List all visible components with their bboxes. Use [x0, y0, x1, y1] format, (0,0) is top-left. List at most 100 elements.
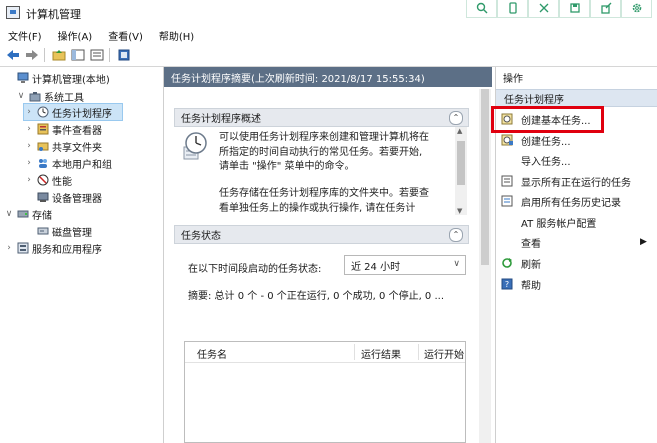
tree-item-storage[interactable]: ∨ 存储: [4, 206, 52, 222]
status-title: 任务状态: [181, 231, 221, 242]
tree-item-performance[interactable]: › 性能: [24, 172, 72, 188]
save-icon[interactable]: [559, 0, 590, 18]
tree-item-shared-folder[interactable]: › 共享文件夹: [24, 138, 102, 154]
users-icon: [36, 157, 49, 169]
menu-help[interactable]: 帮助(H): [151, 28, 202, 43]
expand-arrow-icon[interactable]: ›: [4, 243, 14, 253]
running-tasks-icon: [500, 175, 514, 187]
action-item[interactable]: 查看 ▶: [500, 233, 647, 251]
action-item[interactable]: AT 服务帐户配置: [500, 213, 596, 231]
overview-paragraph-1: 可以使用任务计划程序来创建和管理计算机将在 所指定的时间自动执行的常见任务。若要…: [219, 132, 429, 172]
icon-placeholder: [500, 236, 514, 248]
tree-item-event-viewer[interactable]: › 事件查看器: [24, 121, 102, 137]
tree-item-label: 设备管理器: [52, 193, 102, 205]
expand-arrow-icon[interactable]: ›: [24, 141, 34, 151]
action-item[interactable]: 刷新: [500, 254, 541, 272]
status-filter-label: 在以下时间段启动的任务状态:: [188, 264, 322, 275]
task-status-table: 任务名 运行结果 运行开始: [184, 341, 466, 443]
collapse-arrow-icon[interactable]: ∨: [16, 91, 26, 101]
overview-section-header[interactable]: 任务计划程序概述 ⌃: [174, 108, 469, 127]
help-book-icon[interactable]: [116, 47, 132, 63]
services-icon: [16, 242, 29, 254]
back-arrow-icon[interactable]: [5, 47, 21, 63]
action-label: 帮助: [521, 280, 541, 292]
event-viewer-icon: [36, 123, 49, 135]
action-label: 导入任务...: [521, 156, 571, 168]
icon-placeholder: [500, 154, 514, 166]
collapse-arrow-icon[interactable]: ∨: [4, 209, 14, 219]
menu-bar: 文件(F) 操作(A) 查看(V) 帮助(H): [0, 26, 657, 44]
tree-item-clock[interactable]: › 任务计划程序: [23, 103, 123, 121]
refresh-icon: [500, 257, 514, 269]
show-hide-tree-icon[interactable]: [70, 47, 86, 63]
up-folder-icon[interactable]: [51, 47, 67, 63]
actions-subheader-label: 任务计划程序: [504, 94, 564, 106]
expand-arrow-icon[interactable]: ›: [24, 158, 34, 168]
settings-gear-icon[interactable]: [621, 0, 652, 18]
action-label: AT 服务帐户配置: [521, 218, 597, 230]
tree-item-label: 存储: [32, 210, 52, 222]
share-icon[interactable]: [590, 0, 621, 18]
scroll-up-arrow-icon[interactable]: ▲: [457, 127, 462, 135]
forward-arrow-icon[interactable]: [24, 47, 40, 63]
column-run-start[interactable]: 运行开始: [424, 346, 465, 361]
summary-scrollbar-thumb[interactable]: [481, 89, 489, 265]
overview-scrollbar-thumb[interactable]: [457, 141, 465, 185]
submenu-arrow-icon: ▶: [640, 237, 647, 247]
column-run-result[interactable]: 运行结果: [361, 346, 401, 361]
tree-item-tools[interactable]: ∨ 系统工具: [16, 88, 84, 104]
menu-view[interactable]: 查看(V): [100, 28, 151, 43]
search-icon[interactable]: [466, 0, 497, 18]
action-item[interactable]: 导入任务...: [500, 151, 571, 169]
tree-item-label: 计算机管理(本地): [32, 74, 110, 86]
disk-icon: [36, 225, 49, 237]
computer-icon: [16, 72, 29, 84]
tree-item-computer[interactable]: 计算机管理(本地): [4, 70, 110, 86]
collapse-chevron-icon[interactable]: ⌃: [449, 111, 463, 125]
toolbar: [0, 44, 657, 67]
tree-item-label: 磁盘管理: [52, 227, 92, 239]
status-section-header[interactable]: 任务状态 ⌃: [174, 225, 469, 244]
tree-item-users[interactable]: › 本地用户和组: [24, 155, 112, 171]
column-divider: [354, 344, 355, 360]
column-task-name[interactable]: 任务名: [197, 346, 227, 361]
tree-item-label: 任务计划程序: [52, 108, 112, 120]
clock-icon: [36, 106, 49, 118]
overlay-toolbar: [466, 0, 657, 20]
tree-item-device-manager[interactable]: 设备管理器: [24, 189, 102, 205]
scissors-icon[interactable]: [528, 0, 559, 18]
column-divider: [418, 344, 419, 360]
svg-text:?: ?: [505, 280, 509, 289]
action-label: 刷新: [521, 259, 541, 271]
highlight-box: [491, 106, 604, 133]
tree-item-disk[interactable]: 磁盘管理: [24, 223, 92, 239]
device-manager-icon: [36, 191, 49, 203]
expand-arrow-icon[interactable]: ›: [24, 124, 34, 134]
expand-arrow-icon[interactable]: ›: [24, 107, 34, 117]
toolbar-separator: [109, 48, 110, 62]
action-item[interactable]: 显示所有正在运行的任务: [500, 172, 631, 190]
chevron-down-icon: ∨: [453, 259, 460, 269]
phone-icon[interactable]: [497, 0, 528, 18]
overview-paragraph-2: 任务存储在任务计划程序库的文件夹中。若要查 看单独任务上的操作或执行操作, 请在…: [219, 188, 429, 214]
summary-header: 任务计划程序摘要(上次刷新时间: 2021/8/17 15:55:34): [164, 67, 492, 87]
storage-icon: [16, 208, 29, 220]
shared-folder-icon: [36, 140, 49, 152]
status-summary: 摘要: 总计 0 个 - 0 个正在运行, 0 个成功, 0 个停止, 0 ..…: [188, 291, 445, 302]
expand-arrow-icon[interactable]: ›: [24, 175, 34, 185]
action-item[interactable]: ? 帮助: [500, 275, 541, 293]
status-period-value: 近 24 小时: [351, 261, 401, 273]
menu-file[interactable]: 文件(F): [0, 28, 50, 43]
status-period-dropdown[interactable]: 近 24 小时 ∨: [344, 255, 466, 275]
properties-icon[interactable]: [89, 47, 105, 63]
scroll-down-arrow-icon[interactable]: ▼: [457, 207, 462, 215]
action-item[interactable]: 创建任务...: [500, 131, 571, 149]
action-item[interactable]: 启用所有任务历史记录: [500, 192, 621, 210]
tree-item-services[interactable]: › 服务和应用程序: [4, 240, 102, 256]
collapse-chevron-icon[interactable]: ⌃: [449, 228, 463, 242]
actions-subheader[interactable]: 任务计划程序: [496, 89, 657, 107]
menu-action[interactable]: 操作(A): [50, 28, 101, 43]
overview-scrollbar[interactable]: ▲ ▼: [455, 127, 467, 215]
toolbar-separator: [44, 48, 45, 62]
performance-icon: [36, 174, 49, 186]
